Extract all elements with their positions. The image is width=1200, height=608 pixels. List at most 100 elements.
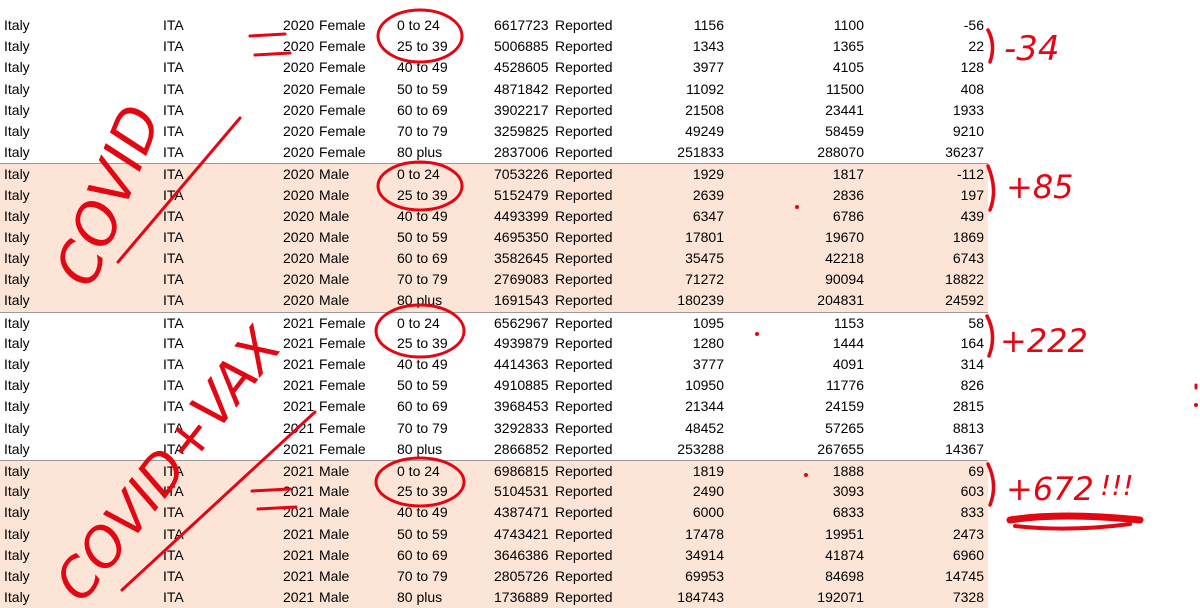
sex-cell[interactable]: Female [319,121,366,142]
year-cell[interactable]: 2020 [283,57,314,78]
difference-cell[interactable]: 36237 [945,142,984,163]
population-cell[interactable]: 4939879 [494,333,549,354]
difference-cell[interactable]: -56 [964,15,984,36]
difference-cell[interactable]: 18822 [945,269,984,290]
value-a-cell[interactable]: 17478 [685,524,724,545]
iso-code-cell[interactable]: ITA [163,227,184,248]
value-a-cell[interactable]: 3777 [693,354,724,375]
year-cell[interactable]: 2020 [283,142,314,163]
value-a-cell[interactable]: 10950 [685,375,724,396]
sex-cell[interactable]: Male [319,185,349,206]
iso-code-cell[interactable]: ITA [163,15,184,36]
status-cell[interactable]: Reported [555,481,613,502]
population-cell[interactable]: 7053226 [494,164,549,185]
status-cell[interactable]: Reported [555,269,613,290]
sex-cell[interactable]: Female [319,333,366,354]
country-cell[interactable]: Italy [4,121,30,142]
population-cell[interactable]: 2805726 [494,566,549,587]
iso-code-cell[interactable]: ITA [163,57,184,78]
difference-cell[interactable]: 7328 [953,587,984,608]
year-cell[interactable]: 2020 [283,227,314,248]
status-cell[interactable]: Reported [555,185,613,206]
status-cell[interactable]: Reported [555,36,613,57]
population-cell[interactable]: 4387471 [494,502,549,523]
country-cell[interactable]: Italy [4,524,30,545]
iso-code-cell[interactable]: ITA [163,545,184,566]
sex-cell[interactable]: Male [319,164,349,185]
country-cell[interactable]: Italy [4,396,30,417]
iso-code-cell[interactable]: ITA [163,206,184,227]
population-cell[interactable]: 4528605 [494,57,549,78]
age-group-cell[interactable]: 60 to 69 [397,248,448,269]
difference-cell[interactable]: 14367 [945,439,984,460]
difference-cell[interactable]: 603 [961,481,984,502]
country-cell[interactable]: Italy [4,313,30,334]
population-cell[interactable]: 5104531 [494,481,549,502]
status-cell[interactable]: Reported [555,121,613,142]
country-cell[interactable]: Italy [4,100,30,121]
value-b-cell[interactable]: 204831 [817,290,864,311]
age-group-cell[interactable]: 40 to 49 [397,502,448,523]
sex-cell[interactable]: Male [319,545,349,566]
value-a-cell[interactable]: 6000 [693,502,724,523]
country-cell[interactable]: Italy [4,333,30,354]
value-a-cell[interactable]: 21508 [685,100,724,121]
iso-code-cell[interactable]: ITA [163,36,184,57]
age-group-cell[interactable]: 80 plus [397,290,442,311]
difference-cell[interactable]: 8813 [953,418,984,439]
difference-cell[interactable]: 6743 [953,248,984,269]
difference-cell[interactable]: 69 [968,461,984,482]
value-a-cell[interactable]: 1095 [693,313,724,334]
value-b-cell[interactable]: 1817 [833,164,864,185]
value-a-cell[interactable]: 1156 [694,15,724,36]
value-b-cell[interactable]: 58459 [825,121,864,142]
year-cell[interactable]: 2021 [283,313,314,334]
age-group-cell[interactable]: 60 to 69 [397,100,448,121]
status-cell[interactable]: Reported [555,439,613,460]
year-cell[interactable]: 2021 [283,566,314,587]
population-cell[interactable]: 3902217 [494,100,549,121]
difference-cell[interactable]: 14745 [945,566,984,587]
status-cell[interactable]: Reported [555,587,613,608]
status-cell[interactable]: Reported [555,142,613,163]
age-group-cell[interactable]: 80 plus [397,587,442,608]
country-cell[interactable]: Italy [4,227,30,248]
value-b-cell[interactable]: 3093 [833,481,864,502]
sex-cell[interactable]: Female [319,142,366,163]
age-group-cell[interactable]: 50 to 59 [397,524,448,545]
population-cell[interactable]: 5152479 [494,185,549,206]
iso-code-cell[interactable]: ITA [163,164,184,185]
year-cell[interactable]: 2021 [283,333,314,354]
difference-cell[interactable]: 314 [961,354,984,375]
year-cell[interactable]: 2021 [283,461,314,482]
iso-code-cell[interactable]: ITA [163,418,184,439]
value-b-cell[interactable]: 1444 [833,333,864,354]
year-cell[interactable]: 2021 [283,439,314,460]
population-cell[interactable]: 3292833 [494,418,549,439]
value-a-cell[interactable]: 35475 [685,248,724,269]
age-group-cell[interactable]: 40 to 49 [397,354,448,375]
country-cell[interactable]: Italy [4,57,30,78]
country-cell[interactable]: Italy [4,481,30,502]
value-a-cell[interactable]: 184743 [677,587,724,608]
population-cell[interactable]: 3968453 [494,396,549,417]
population-cell[interactable]: 2837006 [494,142,549,163]
year-cell[interactable]: 2020 [283,36,314,57]
iso-code-cell[interactable]: ITA [163,502,184,523]
year-cell[interactable]: 2020 [283,248,314,269]
age-group-cell[interactable]: 60 to 69 [397,545,448,566]
status-cell[interactable]: Reported [555,206,613,227]
country-cell[interactable]: Italy [4,185,30,206]
year-cell[interactable]: 2020 [283,15,314,36]
value-a-cell[interactable]: 1929 [693,164,724,185]
iso-code-cell[interactable]: ITA [163,375,184,396]
difference-cell[interactable]: 128 [961,57,984,78]
year-cell[interactable]: 2020 [283,164,314,185]
value-a-cell[interactable]: 253288 [677,439,724,460]
year-cell[interactable]: 2021 [283,524,314,545]
status-cell[interactable]: Reported [555,164,613,185]
difference-cell[interactable]: 197 [961,185,984,206]
value-b-cell[interactable]: 84698 [825,566,864,587]
population-cell[interactable]: 6617723 [494,15,549,36]
country-cell[interactable]: Italy [4,502,30,523]
